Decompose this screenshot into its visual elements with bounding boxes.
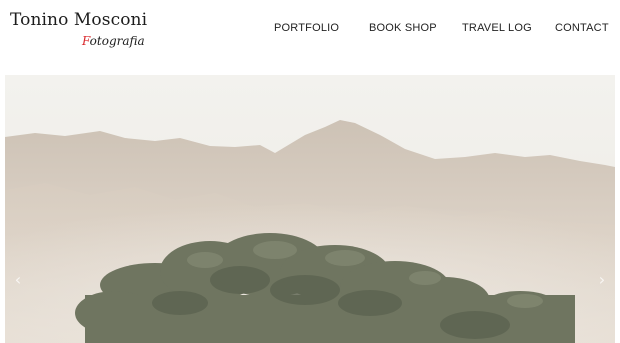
hero-slider: ‹ › [5, 75, 615, 343]
nav-travel-log[interactable]: TRAVEL LOG [462, 22, 532, 34]
chevron-left-icon: ‹ [14, 270, 22, 289]
site-header: Tonino Mosconi Fotografia PORTFOLIO BOOK… [0, 0, 620, 74]
chevron-right-icon: › [598, 270, 606, 289]
main-nav: PORTFOLIO BOOK SHOP TRAVEL LOG CONTACT [0, 22, 620, 40]
nav-book-shop[interactable]: BOOK SHOP [369, 22, 437, 34]
hero-right-gutter [615, 75, 620, 343]
hero-image [5, 75, 615, 343]
nav-contact[interactable]: CONTACT [555, 22, 609, 34]
nav-portfolio[interactable]: PORTFOLIO [274, 22, 339, 34]
slider-prev-button[interactable]: ‹ [11, 269, 25, 291]
slider-next-button[interactable]: › [595, 269, 609, 291]
